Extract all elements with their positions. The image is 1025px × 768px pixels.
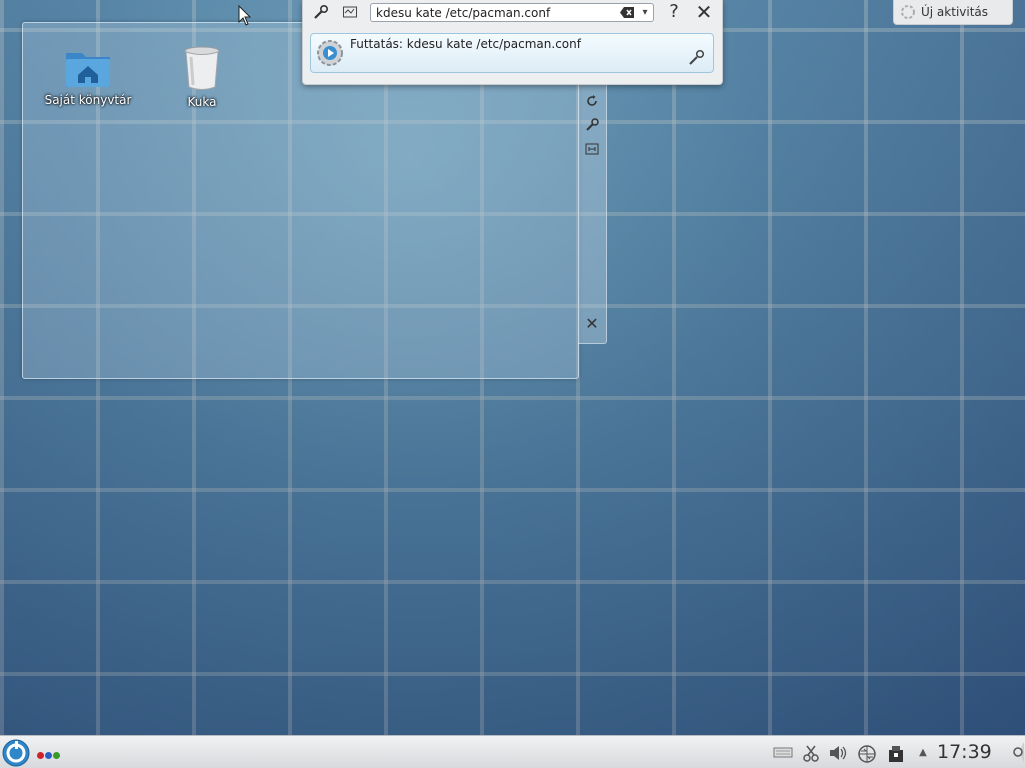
wrench-icon[interactable] bbox=[584, 118, 600, 134]
pager-desktop-2[interactable] bbox=[45, 752, 52, 759]
digital-clock[interactable]: 17:39 bbox=[937, 741, 992, 763]
result-options-icon[interactable] bbox=[688, 48, 706, 66]
new-activity-button[interactable]: Új aktivitás bbox=[893, 0, 1013, 25]
desktop-wallpaper: Saját könyvtár Kuka ✕ kdesu kate /etc/pa… bbox=[0, 0, 1025, 768]
pager-desktop-1[interactable] bbox=[37, 752, 44, 759]
kickoff-launcher-icon[interactable] bbox=[1, 738, 31, 768]
desktop-icon-home[interactable]: Saját könyvtár bbox=[33, 45, 143, 107]
panel-toolbox-icon[interactable] bbox=[1006, 742, 1024, 762]
package-updates-icon[interactable] bbox=[886, 744, 906, 762]
volume-icon[interactable] bbox=[828, 744, 848, 762]
rotate-icon[interactable] bbox=[584, 94, 600, 110]
remove-applet-icon[interactable]: ✕ bbox=[584, 316, 600, 332]
clear-text-icon[interactable] bbox=[619, 6, 635, 19]
krunner-config-icon[interactable] bbox=[311, 4, 331, 24]
activity-icon bbox=[901, 5, 915, 19]
close-button[interactable]: ✕ bbox=[694, 2, 714, 22]
krunner-dialog: ▾ ? ✕ Futtatás: kdesu kate /etc/pacman.c… bbox=[302, 0, 723, 85]
help-button[interactable]: ? bbox=[665, 2, 683, 22]
result-label: Futtatás: kdesu kate /etc/pacman.conf bbox=[350, 37, 581, 51]
trash-icon bbox=[184, 46, 220, 90]
applet-handle[interactable]: ✕ bbox=[578, 60, 607, 344]
chevron-down-icon[interactable]: ▾ bbox=[639, 5, 651, 20]
maximize-icon[interactable] bbox=[584, 142, 600, 158]
krunner-search-field[interactable]: ▾ bbox=[370, 3, 654, 22]
new-activity-label: Új aktivitás bbox=[921, 5, 989, 19]
krunner-search-input[interactable] bbox=[376, 5, 606, 20]
krunner-result-item[interactable]: Futtatás: kdesu kate /etc/pacman.conf bbox=[310, 33, 714, 73]
tray-expand-icon[interactable]: ▲ bbox=[913, 744, 933, 762]
desktop-icon-trash[interactable]: Kuka bbox=[147, 45, 257, 109]
home-folder-icon bbox=[66, 53, 110, 87]
keyboard-icon[interactable] bbox=[773, 744, 793, 762]
show-system-activity-icon[interactable] bbox=[340, 4, 360, 24]
virtual-desktop-pager[interactable] bbox=[37, 748, 61, 762]
network-icon[interactable] bbox=[857, 744, 877, 763]
desktop-icon-label: Saját könyvtár bbox=[44, 93, 132, 107]
run-command-gear-icon bbox=[317, 40, 343, 66]
bottom-panel: ▲ 17:39 bbox=[0, 735, 1025, 768]
klipper-clipboard-icon[interactable] bbox=[801, 744, 821, 762]
desktop-icon-label: Kuka bbox=[187, 95, 217, 109]
mouse-cursor-icon bbox=[238, 5, 252, 26]
pager-desktop-3[interactable] bbox=[53, 752, 60, 759]
